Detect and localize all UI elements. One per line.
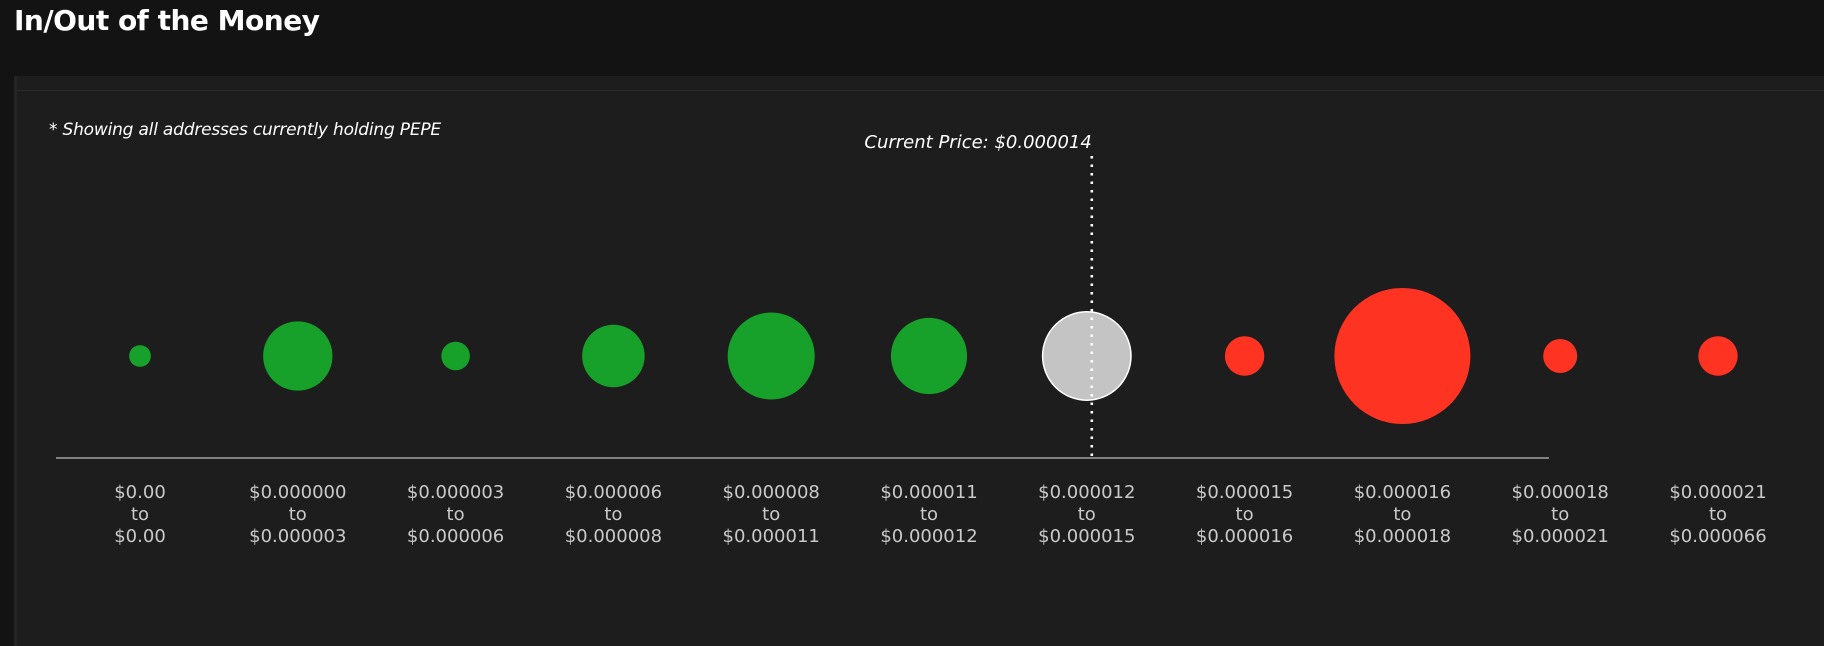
tick-label-0-to: $0.00 — [114, 526, 166, 547]
tick-label-2-joiner: to — [447, 504, 465, 525]
tick-label-3-to: $0.000008 — [565, 526, 662, 547]
tick-label-0-joiner: to — [131, 504, 149, 525]
tick-label-2-to: $0.000006 — [407, 526, 504, 547]
tick-label-8-joiner: to — [1393, 504, 1411, 525]
tick-label-3-from: $0.000006 — [565, 482, 662, 503]
bubble-10 — [1698, 336, 1738, 376]
tick-label-2-from: $0.000003 — [407, 482, 504, 503]
bubble-9 — [1543, 339, 1578, 373]
bubble-7 — [1224, 336, 1265, 376]
bubble-4 — [727, 312, 815, 400]
bubble-8 — [1334, 288, 1471, 424]
tick-label-4-from: $0.000008 — [723, 482, 820, 503]
tick-label-8-to: $0.000018 — [1354, 526, 1451, 547]
chart-panel: * Showing all addresses currently holdin… — [14, 76, 1824, 646]
tick-label-6-to: $0.000015 — [1038, 526, 1135, 547]
in-out-money-chart: $0.00to$0.00$0.000000to$0.000003$0.00000… — [56, 132, 1767, 547]
tick-label-5-from: $0.000011 — [880, 482, 977, 503]
tick-label-7-from: $0.000015 — [1196, 482, 1293, 503]
current-price-label: Current Price: $0.000014 — [864, 132, 1091, 153]
tick-label-9-from: $0.000018 — [1512, 482, 1609, 503]
tick-label-10-from: $0.000021 — [1669, 482, 1766, 503]
tick-label-9-to: $0.000021 — [1512, 526, 1609, 547]
tick-label-5-joiner: to — [920, 504, 938, 525]
tick-label-6-joiner: to — [1078, 504, 1096, 525]
tick-label-10-to: $0.000066 — [1669, 526, 1766, 547]
tick-label-3-joiner: to — [604, 504, 622, 525]
tick-label-7-to: $0.000016 — [1196, 526, 1293, 547]
tick-label-7-joiner: to — [1236, 504, 1254, 525]
bubble-3 — [582, 324, 645, 388]
tick-label-6-from: $0.000012 — [1038, 482, 1135, 503]
bubble-5 — [890, 317, 968, 395]
bubble-6 — [1041, 311, 1132, 401]
bubble-2 — [441, 341, 470, 371]
bubble-0 — [129, 345, 151, 367]
page-title: In/Out of the Money — [14, 4, 320, 37]
tick-label-8-from: $0.000016 — [1354, 482, 1451, 503]
tick-label-0-from: $0.00 — [114, 482, 166, 503]
tick-label-9-joiner: to — [1551, 504, 1569, 525]
tick-label-4-joiner: to — [762, 504, 780, 525]
tick-label-1-joiner: to — [289, 504, 307, 525]
bubble-1 — [263, 321, 333, 391]
tick-label-1-from: $0.000000 — [249, 482, 346, 503]
tick-label-5-to: $0.000012 — [880, 526, 977, 547]
tick-label-10-joiner: to — [1709, 504, 1727, 525]
tick-label-4-to: $0.000011 — [723, 526, 820, 547]
tick-label-1-to: $0.000003 — [249, 526, 346, 547]
